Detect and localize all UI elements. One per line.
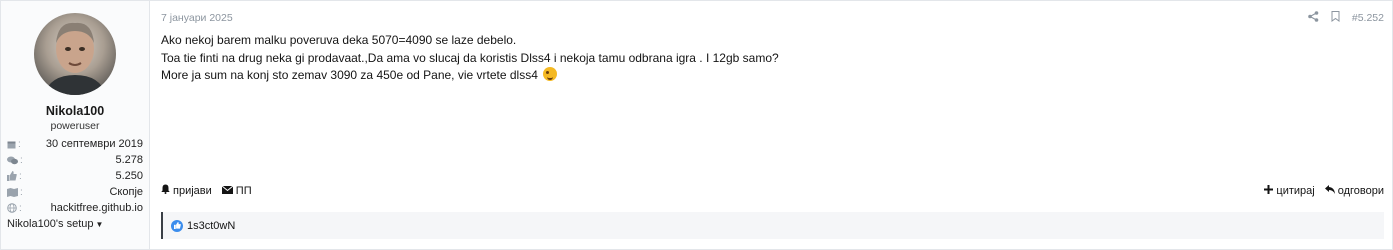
globe-icon: :: [7, 203, 23, 214]
share-icon[interactable]: [1308, 11, 1319, 25]
user-sidebar: Nikola100 poweruser : 30 септември 2019 …: [1, 1, 150, 249]
stat-reactions: : 5.250: [7, 168, 143, 184]
stat-joined: : 30 септември 2019: [7, 136, 143, 152]
reply-link[interactable]: одговори: [1324, 184, 1384, 197]
post-footer: пријави ПП цитирај одговори: [161, 184, 1384, 197]
user-avatar[interactable]: [34, 13, 116, 95]
quote-link[interactable]: цитирај: [1264, 184, 1315, 197]
report-link[interactable]: пријави: [161, 184, 212, 197]
like-icon: [171, 219, 183, 232]
post-line-3: More ja sum na konj sto zemav 3090 za 45…: [161, 67, 1392, 85]
footer-left-actions: пријави ПП: [161, 184, 252, 197]
stat-website: : hackitfree.github.io: [7, 200, 143, 216]
username[interactable]: Nikola100: [7, 104, 143, 118]
reply-icon: [1324, 184, 1335, 197]
caret-down-icon: ▼: [95, 220, 104, 229]
report-label: пријави: [173, 184, 212, 197]
user-setup-toggle[interactable]: Nikola100's setup ▼: [7, 218, 143, 230]
stat-website-value[interactable]: hackitfree.github.io: [51, 202, 143, 214]
post-header-actions: #5.252: [1308, 11, 1384, 25]
bell-icon: [161, 184, 170, 197]
stat-messages: : 5.278: [7, 152, 143, 168]
bookmark-icon[interactable]: [1331, 11, 1340, 25]
stat-messages-value[interactable]: 5.278: [115, 154, 143, 166]
post-header: 7 јануари 2025 #5.252: [161, 1, 1392, 35]
stat-reactions-value: 5.250: [115, 170, 143, 182]
reply-label: одговори: [1337, 184, 1384, 197]
pm-label: ПП: [235, 184, 252, 197]
plus-icon: [1264, 184, 1274, 197]
reactions-bar[interactable]: 1s3ct0wN: [161, 212, 1384, 239]
footer-right-actions: цитирај одговори: [1264, 184, 1384, 197]
post-line-1: Ako nekoj barem malku poveruva deka 5070…: [161, 33, 517, 47]
forum-post: Nikola100 poweruser : 30 септември 2019 …: [0, 0, 1393, 250]
pm-link[interactable]: ПП: [221, 184, 252, 197]
post-date[interactable]: 7 јануари 2025: [161, 12, 233, 24]
post-body: Ako nekoj barem malku poveruva deka 5070…: [161, 32, 1392, 85]
stat-location-value[interactable]: Скопје: [109, 186, 143, 198]
stat-location: : Скопје: [7, 184, 143, 200]
setup-label: Nikola100's setup: [7, 218, 94, 230]
map-icon: :: [7, 187, 23, 198]
stat-joined-value: 30 септември 2019: [45, 138, 143, 150]
thumbs-up-icon: :: [7, 171, 23, 182]
avatar-photo: [44, 22, 106, 95]
comments-icon: :: [7, 155, 23, 166]
post-line-2: Toa tie finti na drug neka gi prodavaat.…: [161, 50, 779, 65]
calendar-icon: :: [7, 139, 23, 150]
post-line-3-text: More ja sum na konj sto zemav 3090 za 45…: [161, 68, 538, 82]
envelope-icon: [221, 185, 234, 197]
reaction-users[interactable]: 1s3ct0wN: [187, 220, 235, 232]
user-stats: : 30 септември 2019 : 5.278 : 5.250 : Ск…: [7, 136, 143, 216]
wink-emoji-icon: [543, 67, 558, 81]
quote-label: цитирај: [1276, 184, 1315, 197]
user-title: poweruser: [50, 120, 100, 132]
post-main: 7 јануари 2025 #5.252 Ako nekoj barem ma…: [150, 1, 1392, 249]
post-number[interactable]: #5.252: [1352, 12, 1384, 24]
